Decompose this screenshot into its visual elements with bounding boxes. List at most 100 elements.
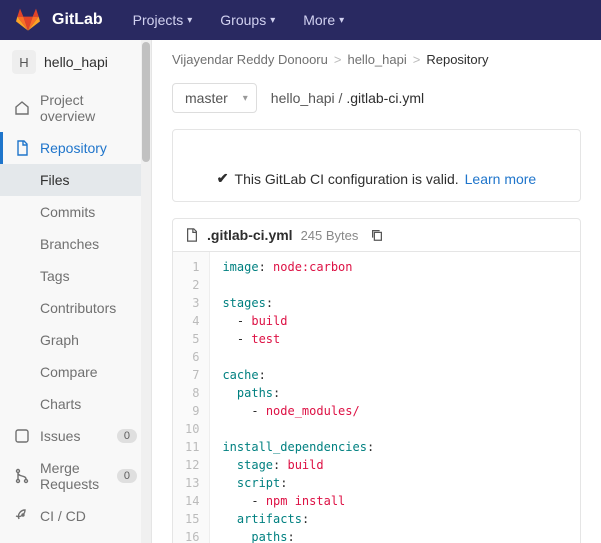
code-line: - node_modules/ xyxy=(222,402,374,420)
breadcrumb-user[interactable]: Vijayendar Reddy Donooru xyxy=(172,52,328,67)
sidebar-item-label: CI / CD xyxy=(40,508,86,524)
sidebar-sub-commits[interactable]: Commits xyxy=(0,196,151,228)
gitlab-logo-icon xyxy=(16,8,40,32)
sidebar-item-repository[interactable]: Repository xyxy=(0,132,151,164)
breadcrumb-separator: > xyxy=(413,52,421,67)
chevron-down-icon: ▾ xyxy=(243,93,248,104)
path-file: .gitlab-ci.yml xyxy=(346,90,424,106)
sidebar-item-issues[interactable]: Issues 0 xyxy=(0,420,151,452)
project-name: hello_hapi xyxy=(44,54,108,70)
code-line xyxy=(222,420,374,438)
line-number[interactable]: 10 xyxy=(173,420,209,438)
rocket-icon xyxy=(14,508,30,524)
code-line: stages: xyxy=(222,294,374,312)
chevron-down-icon: ▾ xyxy=(339,15,344,26)
sidebar-sub-charts[interactable]: Charts xyxy=(0,388,151,420)
code-line: - npm install xyxy=(222,492,374,510)
breadcrumb-current: Repository xyxy=(426,52,488,67)
file-icon xyxy=(185,228,199,242)
line-number[interactable]: 2 xyxy=(173,276,209,294)
chevron-down-icon: ▾ xyxy=(187,15,192,26)
file-size: 245 Bytes xyxy=(301,228,359,243)
path-root[interactable]: hello_hapi xyxy=(271,90,335,106)
line-number[interactable]: 1 xyxy=(173,258,209,276)
sidebar-sub-tags[interactable]: Tags xyxy=(0,260,151,292)
code-line: - test xyxy=(222,330,374,348)
sidebar-item-label: Merge Requests xyxy=(40,460,107,492)
nav-more[interactable]: More ▾ xyxy=(293,12,354,28)
code-line: stage: build xyxy=(222,456,374,474)
sidebar-sub-contributors[interactable]: Contributors xyxy=(0,292,151,324)
check-icon: ✔ xyxy=(217,170,229,187)
line-number[interactable]: 4 xyxy=(173,312,209,330)
sidebar-sub-branches[interactable]: Branches xyxy=(0,228,151,260)
line-number[interactable]: 7 xyxy=(173,366,209,384)
code-line: artifacts: xyxy=(222,510,374,528)
copy-icon[interactable] xyxy=(370,228,384,242)
chevron-down-icon: ▾ xyxy=(270,15,275,26)
sidebar-item-label: Project overview xyxy=(40,92,137,124)
code-line: - build xyxy=(222,312,374,330)
breadcrumb-separator: > xyxy=(334,52,342,67)
nav-projects[interactable]: Projects▾ xyxy=(123,12,203,28)
code-viewer: 123456789101112131415161718192021 image:… xyxy=(172,252,581,543)
code-line: install_dependencies: xyxy=(222,438,374,456)
code-line: image: node:carbon xyxy=(222,258,374,276)
sidebar-item-cicd[interactable]: CI / CD xyxy=(0,500,151,532)
code-line: paths: xyxy=(222,528,374,543)
line-number[interactable]: 11 xyxy=(173,438,209,456)
home-icon xyxy=(14,100,30,116)
file-header: .gitlab-ci.yml 245 Bytes xyxy=(172,218,581,252)
line-number[interactable]: 12 xyxy=(173,456,209,474)
line-number[interactable]: 8 xyxy=(173,384,209,402)
sidebar-item-operations[interactable]: Operations xyxy=(0,532,151,543)
nav-projects-label: Projects xyxy=(133,12,184,28)
code-line xyxy=(222,348,374,366)
top-navbar: GitLab Projects▾ Groups▾ More▾ xyxy=(0,0,601,40)
line-number[interactable]: 3 xyxy=(173,294,209,312)
project-header[interactable]: H hello_hapi xyxy=(0,40,151,84)
code-line xyxy=(222,276,374,294)
sidebar-sub-files[interactable]: Files xyxy=(0,164,151,196)
file-path: hello_hapi / .gitlab-ci.yml xyxy=(271,90,424,106)
merge-icon xyxy=(14,468,30,484)
nav-more-label: More xyxy=(303,12,335,28)
sidebar-item-overview[interactable]: Project overview xyxy=(0,84,151,132)
sidebar-sub-compare[interactable]: Compare xyxy=(0,356,151,388)
sidebar: H hello_hapi Project overview Repository… xyxy=(0,40,152,543)
sidebar-sub-graph[interactable]: Graph xyxy=(0,324,151,356)
breadcrumb-project[interactable]: hello_hapi xyxy=(347,52,406,67)
main-content: Vijayendar Reddy Donooru > hello_hapi > … xyxy=(152,40,601,543)
scrollbar-track[interactable] xyxy=(141,40,151,543)
scrollbar-thumb[interactable] xyxy=(142,42,150,162)
file-toolbar: master ▾ hello_hapi / .gitlab-ci.yml xyxy=(172,83,581,113)
project-avatar: H xyxy=(12,50,36,74)
line-number[interactable]: 5 xyxy=(173,330,209,348)
mrs-count-badge: 0 xyxy=(117,469,137,483)
sidebar-item-label: Issues xyxy=(40,428,80,444)
code-line: paths: xyxy=(222,384,374,402)
code-line: cache: xyxy=(222,366,374,384)
nav-groups[interactable]: Groups ▾ xyxy=(210,12,285,28)
issues-icon xyxy=(14,428,30,444)
sidebar-item-label: Repository xyxy=(40,140,107,156)
breadcrumb: Vijayendar Reddy Donooru > hello_hapi > … xyxy=(172,52,581,67)
learn-more-link[interactable]: Learn more xyxy=(465,171,537,187)
line-number[interactable]: 15 xyxy=(173,510,209,528)
code-content: image: node:carbon stages: - build - tes… xyxy=(210,252,386,543)
line-number[interactable]: 14 xyxy=(173,492,209,510)
sidebar-item-merge-requests[interactable]: Merge Requests 0 xyxy=(0,452,151,500)
code-line: script: xyxy=(222,474,374,492)
nav-groups-label: Groups xyxy=(220,12,266,28)
ci-validation-message: This GitLab CI configuration is valid. xyxy=(235,171,459,187)
issues-count-badge: 0 xyxy=(117,429,137,443)
branch-select-value: master xyxy=(185,90,228,106)
line-number[interactable]: 9 xyxy=(173,402,209,420)
brand-name: GitLab xyxy=(52,11,103,29)
branch-select[interactable]: master ▾ xyxy=(172,83,257,113)
line-number-gutter: 123456789101112131415161718192021 xyxy=(173,252,210,543)
line-number[interactable]: 6 xyxy=(173,348,209,366)
line-number[interactable]: 16 xyxy=(173,528,209,543)
file-title: .gitlab-ci.yml xyxy=(207,227,293,243)
line-number[interactable]: 13 xyxy=(173,474,209,492)
